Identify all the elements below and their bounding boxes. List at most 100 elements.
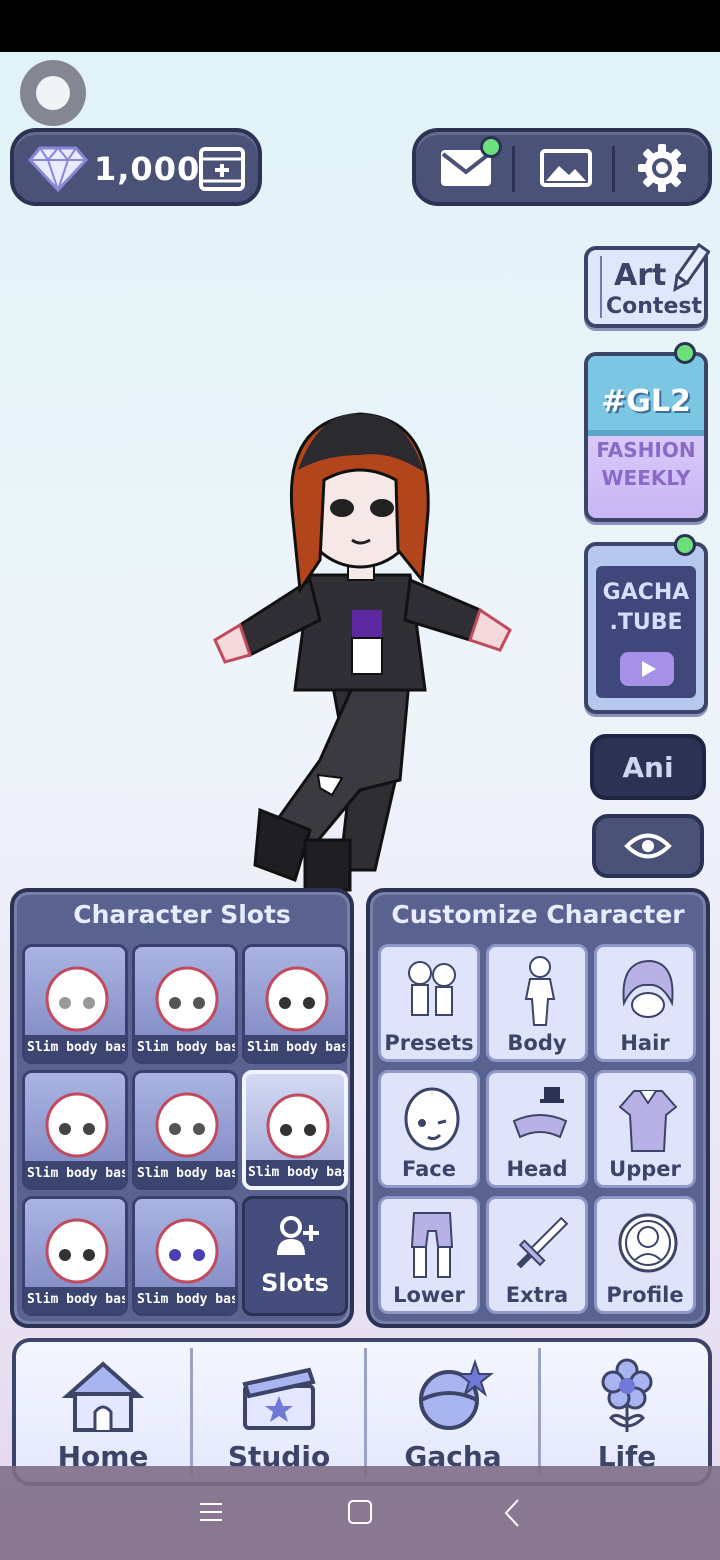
add-slots-button[interactable]: Slots [242, 1196, 348, 1316]
recent-apps-icon[interactable] [190, 1496, 230, 1530]
gem-count: 1,000 [94, 150, 201, 188]
watch-ad-add-gems-icon[interactable] [198, 146, 246, 192]
gl2-weekly-label: WEEKLY [601, 466, 691, 490]
face-icon [404, 1087, 460, 1151]
nav-home[interactable]: Home [16, 1342, 190, 1482]
diamond-icon [28, 146, 88, 192]
character-face-icon [45, 1092, 109, 1158]
character-slot-5[interactable]: Slim body bas [132, 1070, 238, 1190]
nav-gacha[interactable]: Gacha [366, 1342, 540, 1482]
tablet-screen: GACHA .TUBE [596, 566, 696, 698]
character-slot-8[interactable]: Slim body bas [132, 1196, 238, 1316]
character-slot-6-selected[interactable]: Slim body bas [242, 1070, 348, 1190]
gl2-tag: #GL2 [601, 384, 691, 419]
customize-character-title: Customize Character [391, 900, 685, 929]
gear-icon [638, 144, 686, 192]
back-icon[interactable] [494, 1496, 534, 1530]
presets-icon [408, 961, 456, 1016]
body-icon [524, 956, 556, 1026]
character-face-icon [45, 966, 109, 1032]
lower-label: Lower [393, 1283, 465, 1307]
customize-extra-button[interactable]: Extra [486, 1196, 588, 1314]
character-slots-panel: Character Slots Slim body bas Slim body … [10, 888, 354, 1328]
customize-upper-button[interactable]: Upper [594, 1070, 696, 1188]
customize-profile-button[interactable]: Profile [594, 1196, 696, 1314]
art-contest-label-line2: Contest [606, 294, 702, 319]
slot-label: Slim body bas [25, 1161, 125, 1187]
status-bar [0, 0, 720, 52]
character-slot-7[interactable]: Slim body bas [22, 1196, 128, 1316]
settings-button[interactable] [622, 140, 702, 196]
assistive-touch-button[interactable] [20, 60, 86, 126]
gacha-tube-label-line1: GACHA [602, 580, 690, 605]
art-contest-button[interactable]: Art Contest [584, 242, 710, 328]
image-icon [540, 149, 592, 187]
character-slot-4[interactable]: Slim body bas [22, 1070, 128, 1190]
customize-body-button[interactable]: Body [486, 944, 588, 1062]
pencil-icon [673, 242, 710, 293]
gacha-tube-label-line2: .TUBE [609, 610, 683, 635]
system-navigation-bar [0, 1466, 720, 1560]
gl2-notification-dot [674, 342, 696, 364]
customize-head-button[interactable]: Head [486, 1070, 588, 1188]
slot-label: Slim body bas [135, 1035, 235, 1061]
bottom-navigation: Home Studio Gacha Life [12, 1338, 712, 1486]
home-icon[interactable] [340, 1496, 380, 1530]
animation-button[interactable]: Ani [590, 734, 706, 800]
house-icon [61, 1361, 145, 1432]
gallery-button[interactable] [526, 140, 606, 196]
flower-icon [601, 1358, 653, 1432]
currency-bar: 1,000 [10, 128, 262, 206]
customize-presets-button[interactable]: Presets [378, 944, 480, 1062]
character-slot-1[interactable]: Slim body bas [22, 944, 128, 1064]
character-slots-title: Character Slots [73, 900, 291, 929]
mail-notification-dot [480, 136, 502, 158]
character-face-icon [45, 1218, 109, 1284]
character-slot-3[interactable]: Slim body bas [242, 944, 348, 1064]
profile-icon [618, 1213, 678, 1273]
customize-lower-button[interactable]: Lower [378, 1196, 480, 1314]
slot-label: Slim body bas [25, 1287, 125, 1313]
profile-label: Profile [606, 1283, 684, 1307]
play-icon [620, 652, 674, 686]
character-face-icon [266, 1093, 330, 1159]
upper-label: Upper [609, 1157, 681, 1181]
head-accessory-icon [512, 1087, 568, 1139]
hair-label: Hair [620, 1031, 670, 1055]
character-face-icon [155, 1218, 219, 1284]
nav-life[interactable]: Life [540, 1342, 714, 1482]
head-label: Head [506, 1157, 568, 1181]
extra-label: Extra [505, 1283, 569, 1307]
add-user-icon [277, 1216, 319, 1255]
pants-icon [410, 1212, 454, 1278]
character-preview[interactable] [200, 400, 530, 900]
gacha-tube-button[interactable]: GACHA .TUBE [584, 542, 708, 714]
shirt-icon [618, 1090, 678, 1152]
character-face-icon [155, 1092, 219, 1158]
hair-icon [622, 959, 674, 1018]
character-slot-2[interactable]: Slim body bas [132, 944, 238, 1064]
character-face-icon [265, 966, 329, 1032]
sword-icon [516, 1216, 569, 1269]
add-slots-label: Slots [261, 1269, 329, 1297]
gacha-ball-icon [419, 1358, 494, 1430]
slot-label: Slim body bas [245, 1035, 345, 1061]
clapperboard-icon [242, 1367, 316, 1430]
slot-label: Slim body bas [246, 1160, 344, 1186]
eye-icon [624, 833, 672, 859]
customize-character-panel: Customize Character Presets Body Hair Fa… [366, 888, 710, 1328]
body-label: Body [507, 1031, 567, 1055]
nav-studio[interactable]: Studio [192, 1342, 366, 1482]
customize-hair-button[interactable]: Hair [594, 944, 696, 1062]
presets-label: Presets [384, 1031, 474, 1055]
face-label: Face [402, 1157, 456, 1181]
customize-face-button[interactable]: Face [378, 1070, 480, 1188]
toggle-visibility-button[interactable] [592, 814, 704, 878]
slot-label: Slim body bas [135, 1161, 235, 1187]
gacha-tube-notification-dot [674, 534, 696, 556]
character-face-icon [155, 966, 219, 1032]
divider [512, 146, 515, 192]
slot-label: Slim body bas [25, 1035, 125, 1061]
gl2-fashion-weekly-button[interactable]: #GL2 FASHION WEEKLY [584, 352, 708, 522]
notebook-binding [592, 256, 602, 318]
